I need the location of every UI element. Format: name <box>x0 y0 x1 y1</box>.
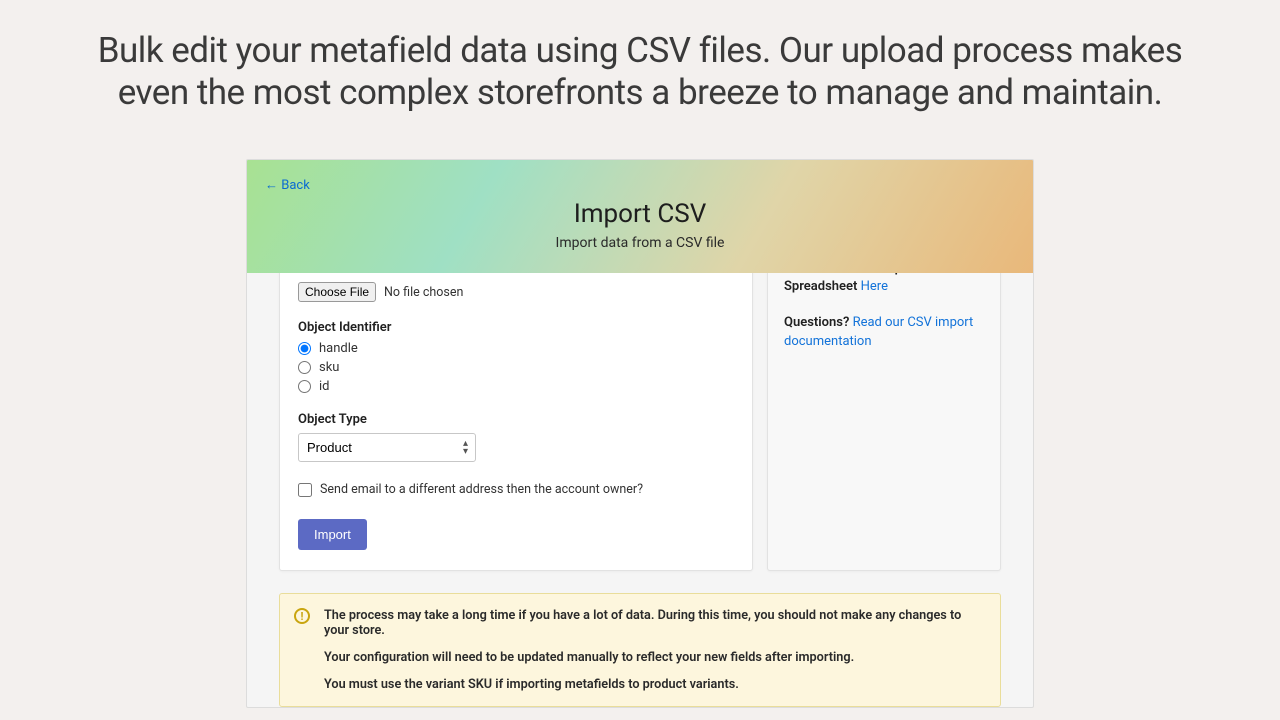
object-type-select[interactable]: Product <box>298 433 476 462</box>
back-link[interactable]: ← Back <box>265 177 310 193</box>
app-window: ← Back Import CSV Import data from a CSV… <box>246 159 1034 708</box>
page-subtitle: Import data from a CSV file <box>265 235 1015 251</box>
radio-sku[interactable] <box>298 361 311 374</box>
send-email-checkbox-row[interactable]: Send email to a different address then t… <box>298 482 734 497</box>
radio-handle[interactable] <box>298 342 311 355</box>
download-example-link[interactable]: Here <box>861 279 888 294</box>
warning-banner: ! The process may take a long time if yo… <box>279 593 1001 707</box>
radio-row-handle[interactable]: handle <box>298 341 734 356</box>
choose-file-button[interactable]: Choose File <box>298 282 376 302</box>
marketing-headline: Bulk edit your metafield data using CSV … <box>0 0 1280 124</box>
radio-handle-label: handle <box>319 341 358 356</box>
warning-icon: ! <box>294 608 310 624</box>
page-title: Import CSV <box>265 199 1015 229</box>
questions-label: Questions? <box>784 315 853 330</box>
import-button[interactable]: Import <box>298 519 367 550</box>
import-form-panel: CSV File Choose File No file chosen Obje… <box>279 241 753 571</box>
warning-line-2: Your configuration will need to be updat… <box>324 650 984 665</box>
send-email-checkbox[interactable] <box>298 483 312 497</box>
app-header: ← Back Import CSV Import data from a CSV… <box>247 160 1033 273</box>
file-status-text: No file chosen <box>384 285 463 300</box>
warning-line-1: The process may take a long time if you … <box>324 608 984 638</box>
warning-line-3: You must use the variant SKU if importin… <box>324 677 984 692</box>
radio-row-id[interactable]: id <box>298 379 734 394</box>
radio-id-label: id <box>319 379 330 394</box>
radio-row-sku[interactable]: sku <box>298 360 734 375</box>
send-email-label: Send email to a different address then t… <box>320 482 643 497</box>
radio-sku-label: sku <box>319 360 339 375</box>
radio-id[interactable] <box>298 380 311 393</box>
object-type-label: Object Type <box>298 412 734 427</box>
help-sidebar: Download an Example Spreadsheet Here Que… <box>767 241 1001 571</box>
object-identifier-label: Object Identifier <box>298 320 734 335</box>
